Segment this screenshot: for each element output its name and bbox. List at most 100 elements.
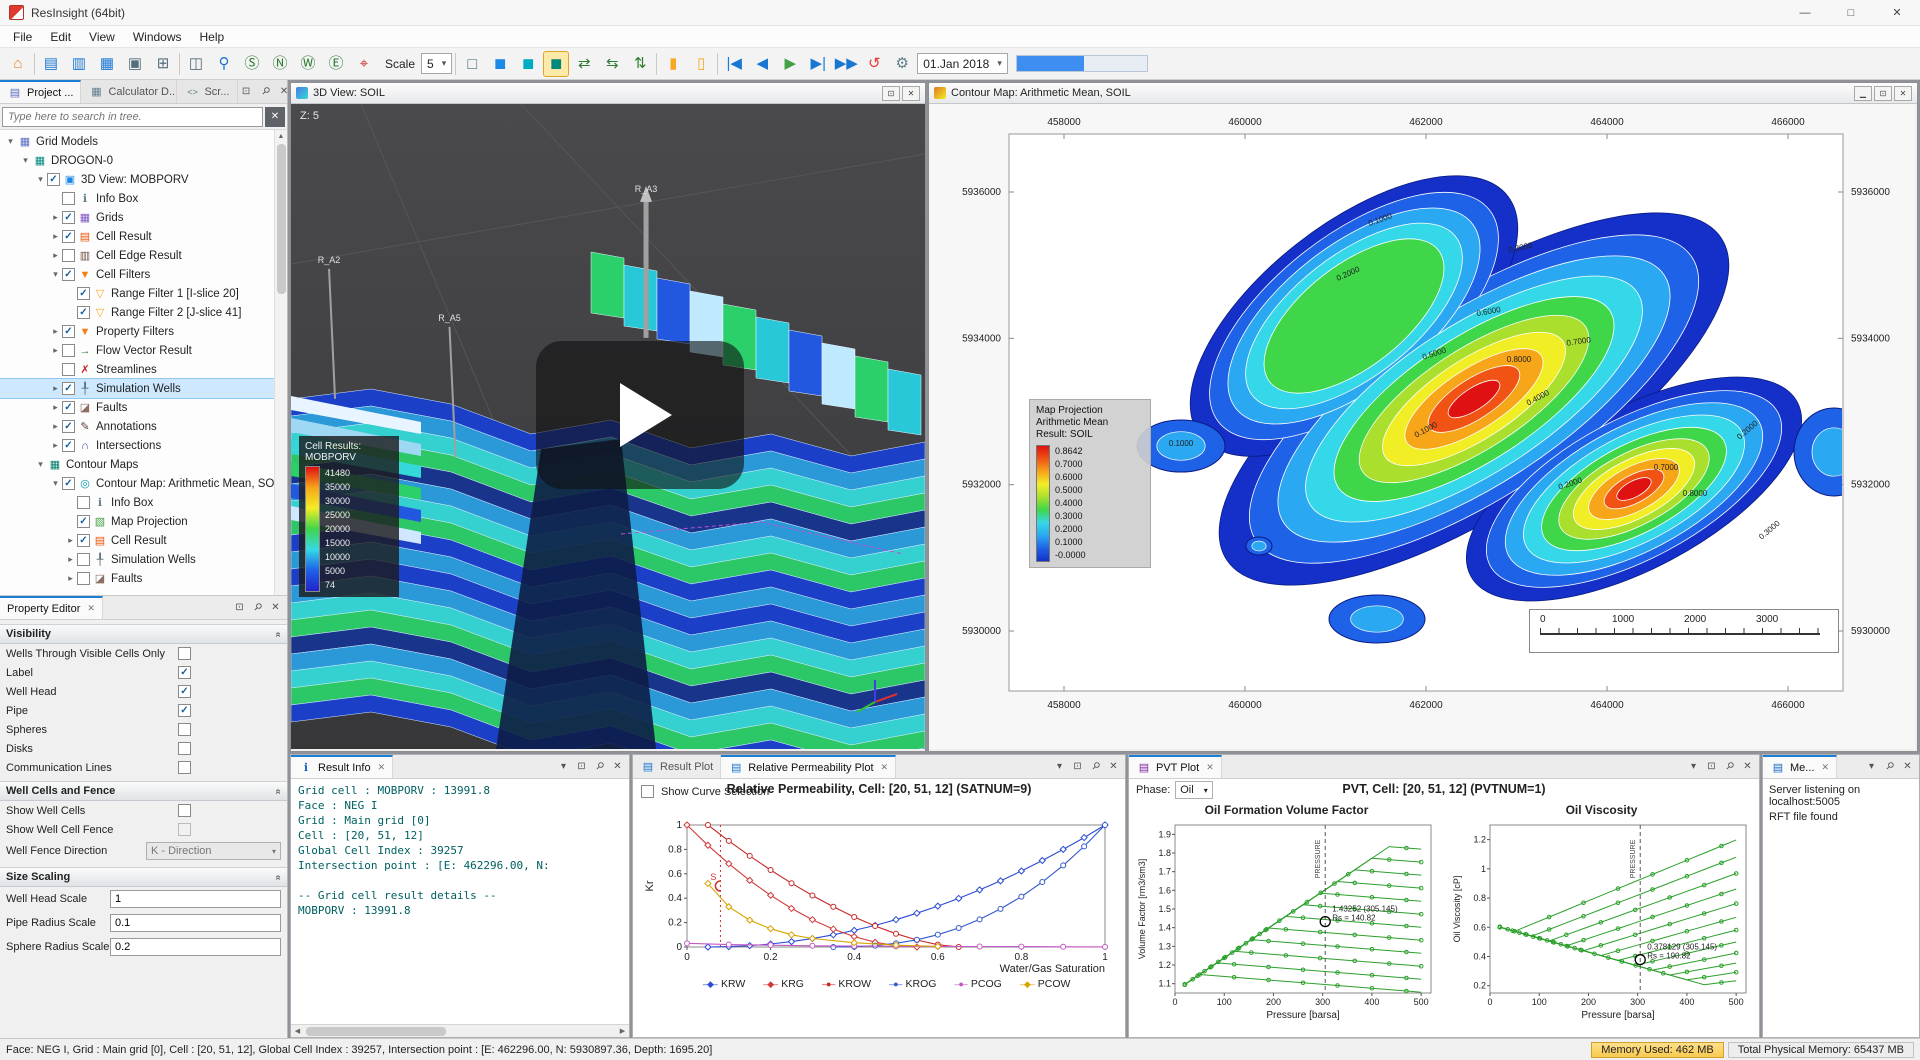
tree-item[interactable]: ▸ Simulation Wells [0, 550, 287, 569]
dock-tab[interactable]: Result Plot ✕ [633, 755, 721, 778]
panel-tab[interactable]: Project ... [0, 80, 81, 103]
dock-tab[interactable]: Relative Permeability Plot ✕ [721, 755, 896, 778]
window-maximize-icon[interactable]: ⊡ [882, 86, 900, 101]
tree-checkbox[interactable] [77, 287, 90, 300]
contour-map-canvas[interactable]: 4580004580004600004600004620004620004640… [929, 104, 1917, 751]
phase-select[interactable]: Oil▾ [1175, 781, 1212, 799]
view3d-titlebar[interactable]: 3D View: SOIL ⊡ ✕ [291, 83, 925, 104]
tree-checkbox[interactable] [62, 230, 75, 243]
anim-play-icon[interactable]: ▶ [777, 51, 803, 77]
panel-pin-button[interactable]: ⚲ [245, 595, 269, 619]
tree-item[interactable]: ▸ Faults [0, 569, 287, 588]
panel-close-button[interactable]: ✕ [1899, 758, 1916, 775]
animation-progress-bar[interactable] [1016, 55, 1148, 72]
expander-icon[interactable]: ▸ [49, 345, 62, 356]
expander-icon[interactable]: ▾ [49, 269, 62, 280]
tree-item[interactable]: ▾ 3D View: MOBPORV [0, 170, 287, 189]
expander-icon[interactable]: ▸ [64, 535, 77, 546]
well-fence-direction-select[interactable]: K - Direction▾ [146, 842, 281, 860]
tree-checkbox[interactable] [77, 306, 90, 319]
tree-item[interactable]: Map Projection [0, 512, 287, 531]
tab-close-icon[interactable]: ✕ [881, 762, 889, 773]
panel-float-button[interactable]: ⊡ [238, 83, 255, 100]
tree-item[interactable]: Streamlines [0, 360, 287, 379]
panel-close-button[interactable]: ✕ [1739, 758, 1756, 775]
toolbar-icon[interactable] [655, 53, 658, 75]
expander-icon[interactable]: ▸ [64, 554, 77, 565]
anim-repeat-icon[interactable]: ↺ [861, 51, 887, 77]
property-checkbox[interactable] [178, 804, 191, 817]
flow-arrows2-icon[interactable]: ⇆ [599, 51, 625, 77]
panel-pin-button[interactable]: ⚲ [1083, 754, 1107, 778]
property-checkbox[interactable] [178, 761, 191, 774]
property-value-input[interactable] [110, 890, 281, 908]
KROG[interactable]: –●– KROG [889, 978, 936, 990]
histogram-icon[interactable]: ▮ [660, 51, 686, 77]
menu-item[interactable]: Edit [41, 27, 80, 47]
toolbar-icon[interactable] [33, 53, 36, 75]
expander-icon[interactable]: ▸ [49, 421, 62, 432]
expander-icon[interactable]: ▸ [49, 326, 62, 337]
tree-item[interactable]: ▾ Contour Map: Arithmetic Mean, SOIL [0, 474, 287, 493]
cube-outline-icon[interactable]: ◻ [459, 51, 485, 77]
tree-checkbox[interactable] [77, 572, 90, 585]
tree-checkbox[interactable] [62, 192, 75, 205]
anim-prev-icon[interactable]: ◀ [749, 51, 775, 77]
anim-first-icon[interactable]: |◀ [721, 51, 747, 77]
tree-checkbox[interactable] [62, 344, 75, 357]
view-north-icon[interactable]: Ⓝ [267, 51, 293, 77]
panel-close-button[interactable]: ✕ [267, 599, 284, 616]
expander-icon[interactable]: ▸ [49, 383, 62, 394]
scale-select[interactable]: 5▾ [421, 53, 452, 74]
expander-icon[interactable]: ▸ [49, 212, 62, 223]
tab-close-icon[interactable]: ✕ [1206, 762, 1214, 773]
result-info-tab[interactable]: Result Info✕ [291, 755, 393, 778]
horizontal-scrollbar[interactable]: ◀▶ [291, 1024, 629, 1037]
window-maximize-icon[interactable]: ⊡ [1874, 86, 1892, 101]
panel-tab[interactable]: Calculator D... [81, 80, 177, 103]
menu-item[interactable]: Help [191, 27, 234, 47]
PCOG[interactable]: –●– PCOG [954, 978, 1001, 990]
legend-box-icon[interactable]: ▯ [688, 51, 714, 77]
plot-main-window-icon[interactable]: ▤ [38, 51, 64, 77]
show-curve-selection-checkbox[interactable] [641, 785, 654, 798]
tree-checkbox[interactable] [62, 401, 75, 414]
tree-checkbox[interactable] [62, 382, 75, 395]
expander-icon[interactable]: ▸ [49, 402, 62, 413]
tree-checkbox[interactable] [47, 173, 60, 186]
tree-checkbox[interactable] [62, 249, 75, 262]
tree-checkbox[interactable] [77, 515, 90, 528]
expander-icon[interactable]: ▾ [34, 459, 47, 470]
property-checkbox[interactable] [178, 704, 191, 717]
tree-item[interactable]: ▾ Cell Filters [0, 265, 287, 284]
expander-icon[interactable]: ▸ [49, 250, 62, 261]
tree-item[interactable]: ▸ Flow Vector Result [0, 341, 287, 360]
window-close-icon[interactable]: ✕ [1894, 86, 1912, 101]
tree-item[interactable]: Range Filter 2 [J-slice 41] [0, 303, 287, 322]
expander-icon[interactable]: ▾ [34, 174, 47, 185]
window-close-icon[interactable]: ✕ [902, 86, 920, 101]
video-play-button[interactable] [536, 341, 744, 489]
tree-item[interactable]: ▾ Grid Models [0, 132, 287, 151]
tree-item[interactable]: ▾ DROGON-0 [0, 151, 287, 170]
tree-checkbox[interactable] [77, 553, 90, 566]
panel-menu-button[interactable]: ▾ [1051, 758, 1068, 775]
property-value-input[interactable] [110, 914, 281, 932]
window-minimize-icon[interactable]: ▁ [1854, 86, 1872, 101]
tree-item[interactable]: ▸ Cell Result [0, 227, 287, 246]
zoom-box-icon[interactable]: ⌖ [351, 51, 377, 77]
PCOW[interactable]: –◆– PCOW [1020, 978, 1071, 990]
tree-checkbox[interactable] [62, 268, 75, 281]
tab-close-icon[interactable]: ✕ [87, 603, 95, 614]
tile-windows-icon[interactable]: ⊞ [150, 51, 176, 77]
pvt-plot-tab[interactable]: PVT Plot✕ [1129, 755, 1222, 778]
view-south-icon[interactable]: Ⓢ [239, 51, 265, 77]
menu-item[interactable]: Windows [124, 27, 191, 47]
contour-map-titlebar[interactable]: Contour Map: Arithmetic Mean, SOIL ▁ ⊡ ✕ [929, 83, 1917, 104]
panel-tab[interactable]: Scr... [177, 80, 237, 103]
anim-ff-icon[interactable]: ▶▶ [833, 51, 859, 77]
menu-item[interactable]: View [80, 27, 124, 47]
property-checkbox[interactable] [178, 685, 191, 698]
panel-menu-button[interactable]: ▾ [1685, 758, 1702, 775]
tree-item[interactable]: Info Box [0, 189, 287, 208]
